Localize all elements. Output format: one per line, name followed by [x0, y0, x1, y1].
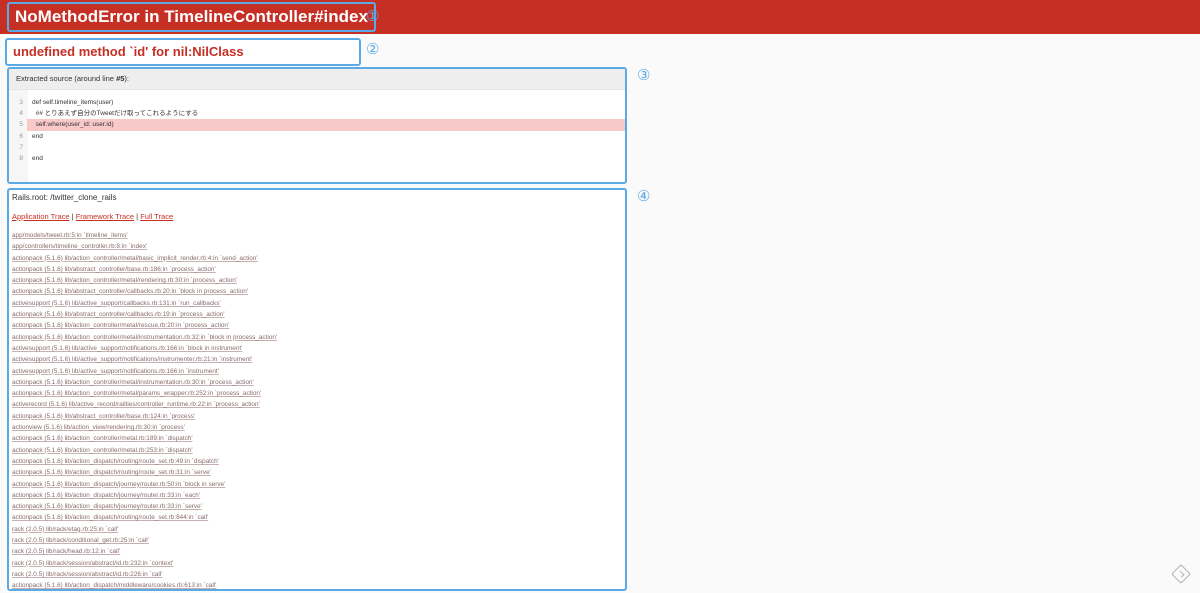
trace-frame-link[interactable]: activesupport (5.1.6) lib/active_support…	[12, 366, 277, 377]
source-heading-suffix: ):	[124, 74, 129, 83]
source-heading: Extracted source (around line #5):	[9, 69, 625, 90]
trace-frame-link[interactable]: actionpack (5.1.6) lib/abstract_controll…	[12, 309, 277, 320]
annotation-2: ②	[366, 41, 380, 58]
full-trace-link[interactable]: Full Trace	[140, 212, 173, 221]
trace-panel: Rails.root: /twitter_clone_rails Applica…	[7, 188, 627, 591]
trace-frame-link[interactable]: rack (2.0.5) lib/rack/head.rb:12:in `cal…	[12, 546, 277, 557]
trace-frame-link[interactable]: actionpack (5.1.6) lib/action_dispatch/j…	[12, 479, 277, 490]
trace-frame-link[interactable]: actionview (5.1.6) lib/action_view/rende…	[12, 422, 277, 433]
trace-frame-link[interactable]: actionpack (5.1.6) lib/action_dispatch/r…	[12, 512, 277, 523]
rails-root: Rails.root: /twitter_clone_rails	[12, 193, 117, 202]
line-text: end	[32, 132, 43, 140]
trace-frame-link[interactable]: actionpack (5.1.6) lib/abstract_controll…	[12, 264, 277, 275]
annotation-1: ①	[366, 8, 380, 25]
trace-frame-link[interactable]: actionpack (5.1.6) lib/action_controller…	[12, 445, 277, 456]
annotation-3: ③	[637, 67, 651, 84]
trace-frame-link[interactable]: actionpack (5.1.6) lib/action_dispatch/r…	[12, 467, 277, 478]
line-text: def self.timeline_items(user)	[32, 99, 114, 106]
trace-frame-link[interactable]: app/controllers/timeline_controller.rb:8…	[12, 241, 277, 252]
line-number: 6	[19, 132, 23, 140]
error-message: undefined method `id' for nil:NilClass	[5, 38, 361, 66]
trace-frame-link[interactable]: actionpack (5.1.6) lib/action_dispatch/j…	[12, 490, 277, 501]
line-text: ## とりあえず自分のTweetだけ取ってこれるようにする	[32, 110, 199, 118]
trace-separator: |	[71, 212, 74, 221]
trace-frame-link[interactable]: actionpack (5.1.6) lib/action_dispatch/r…	[12, 456, 277, 467]
source-line: 6 end	[9, 131, 625, 142]
trace-frame-link[interactable]: app/models/tweet.rb:5:in `timeline_items…	[12, 230, 277, 241]
feedly-icon[interactable]	[1171, 564, 1191, 584]
trace-frame-link[interactable]: actionpack (5.1.6) lib/action_controller…	[12, 320, 277, 331]
trace-frame-link[interactable]: actionpack (5.1.6) lib/action_controller…	[12, 253, 277, 264]
trace-links: Application Trace | Framework Trace | Fu…	[12, 212, 173, 221]
trace-frame-link[interactable]: rack (2.0.5) lib/rack/session/abstract/i…	[12, 569, 277, 580]
line-number: 7	[19, 143, 23, 151]
trace-frame-link[interactable]: actionpack (5.1.6) lib/action_controller…	[12, 275, 277, 286]
extracted-source: Extracted source (around line #5): 3 def …	[7, 67, 627, 184]
source-line: 7	[9, 142, 625, 153]
line-number: 3	[19, 99, 23, 106]
trace-frame-link[interactable]: activesupport (5.1.6) lib/active_support…	[12, 343, 277, 354]
line-number: 4	[19, 110, 23, 118]
trace-frame-link[interactable]: rack (2.0.5) lib/rack/conditional_get.rb…	[12, 535, 277, 546]
trace-frame-link[interactable]: actionpack (5.1.6) lib/action_dispatch/m…	[12, 580, 277, 589]
source-heading-prefix: Extracted source (around line	[16, 74, 117, 83]
trace-separator: |	[136, 212, 139, 221]
application-trace-link[interactable]: Application Trace	[12, 212, 70, 221]
error-header: NoMethodError in TimelineController#inde…	[0, 0, 1200, 34]
trace-frame-link[interactable]: actionpack (5.1.6) lib/action_controller…	[12, 332, 277, 343]
trace-frame-link[interactable]: activesupport (5.1.6) lib/active_support…	[12, 354, 277, 365]
line-text: end	[32, 154, 43, 162]
trace-frame-link[interactable]: rack (2.0.5) lib/rack/etag.rb:25:in `cal…	[12, 524, 277, 535]
source-line: 8 end	[9, 153, 625, 164]
source-code: 3 def self.timeline_items(user) 4 ## とりあえず…	[9, 97, 625, 164]
trace-frames: app/models/tweet.rb:5:in `timeline_items…	[12, 230, 277, 589]
source-line: 4 ## とりあえず自分のTweetだけ取ってこれるようにする	[9, 108, 625, 119]
line-text: self.where(user_id: user.id)	[32, 121, 114, 129]
error-title: NoMethodError in TimelineController#inde…	[7, 2, 376, 32]
trace-frame-link[interactable]: activerecord (5.1.6) lib/active_record/r…	[12, 399, 277, 410]
trace-frame-link[interactable]: actionpack (5.1.6) lib/action_controller…	[12, 388, 277, 399]
source-line: 5 self.where(user_id: user.id)	[19, 119, 625, 131]
annotation-4: ④	[637, 188, 651, 205]
framework-trace-link[interactable]: Framework Trace	[76, 212, 134, 221]
trace-frame-link[interactable]: rack (2.0.5) lib/rack/session/abstract/i…	[12, 558, 277, 569]
line-number: 8	[19, 154, 23, 162]
trace-frame-link[interactable]: actionpack (5.1.6) lib/action_controller…	[12, 433, 277, 444]
trace-frame-link[interactable]: actionpack (5.1.6) lib/abstract_controll…	[12, 286, 277, 297]
trace-frame-link[interactable]: actionpack (5.1.6) lib/abstract_controll…	[12, 411, 277, 422]
trace-frame-link[interactable]: activesupport (5.1.6) lib/active_support…	[12, 298, 277, 309]
trace-frame-link[interactable]: actionpack (5.1.6) lib/action_controller…	[12, 377, 277, 388]
line-number: 5	[19, 121, 23, 129]
source-line: 3 def self.timeline_items(user)	[9, 97, 625, 108]
trace-frame-link[interactable]: actionpack (5.1.6) lib/action_dispatch/j…	[12, 501, 277, 512]
